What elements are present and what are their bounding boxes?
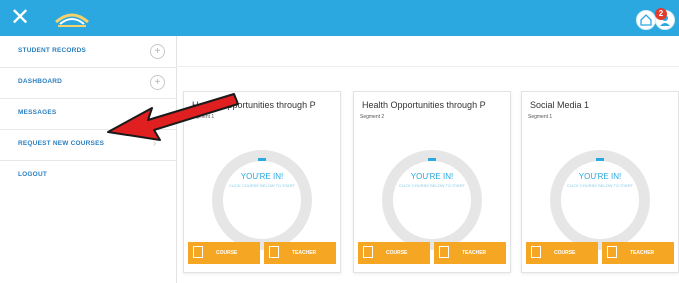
start-hint: CLICK COURSE BELOW TO START xyxy=(229,183,295,188)
enrollment-status: YOU'RE IN! xyxy=(410,172,454,181)
book-icon xyxy=(193,246,203,258)
phone-icon xyxy=(607,246,617,258)
sidebar-item-label: STUDENT RECORDS xyxy=(18,47,87,54)
progress-ring xyxy=(382,150,482,250)
course-button[interactable]: COURSE xyxy=(526,242,598,264)
course-button-label: COURSE xyxy=(216,250,238,256)
course-button[interactable]: COURSE xyxy=(188,242,260,264)
top-bar: ✕ 2 xyxy=(0,0,679,36)
close-icon[interactable]: ✕ xyxy=(8,6,32,30)
teacher-button[interactable]: TEACHER xyxy=(434,242,506,264)
notification-badge: 2 xyxy=(655,8,667,20)
teacher-button[interactable]: TEACHER xyxy=(264,242,336,264)
segment-label: Segment 1 xyxy=(528,114,553,120)
phone-icon xyxy=(439,246,449,258)
enrollment-status: YOU'RE IN! xyxy=(578,172,622,181)
teacher-button-label: TEACHER xyxy=(292,250,317,256)
progress-dash xyxy=(428,158,436,161)
sidebar-item-student-records[interactable]: STUDENT RECORDS + xyxy=(0,36,176,68)
segment-label: Segment 2 xyxy=(360,114,385,120)
progress-dash xyxy=(596,158,604,161)
progress-dash xyxy=(258,158,266,161)
course-button[interactable]: COURSE xyxy=(358,242,430,264)
course-button-label: COURSE xyxy=(386,250,408,256)
book-icon xyxy=(531,246,541,258)
start-hint: CLICK COURSE BELOW TO START xyxy=(399,183,465,188)
course-button-label: COURSE xyxy=(554,250,576,256)
progress-ring xyxy=(550,150,650,250)
phone-icon xyxy=(269,246,279,258)
divider xyxy=(176,66,679,67)
enrollment-status: YOU'RE IN! xyxy=(240,172,284,181)
course-title: Social Media 1 xyxy=(530,100,590,110)
teacher-button-label: TEACHER xyxy=(630,250,655,256)
sidebar: STUDENT RECORDS + DASHBOARD + MESSAGES R… xyxy=(0,36,177,283)
sidebar-item-label: LOGOUT xyxy=(18,171,48,178)
annotation-arrow-icon xyxy=(107,93,239,141)
logo xyxy=(52,6,92,30)
sidebar-item-label: MESSAGES xyxy=(18,109,57,116)
book-icon xyxy=(363,246,373,258)
progress-ring xyxy=(212,150,312,250)
course-card[interactable]: Social Media 1 Segment 1 YOU'RE IN! CLIC… xyxy=(521,91,679,273)
home-icon[interactable] xyxy=(636,10,656,30)
start-hint: CLICK COURSE BELOW TO START xyxy=(567,183,633,188)
teacher-button-label: TEACHER xyxy=(462,250,487,256)
course-card[interactable]: Health Opportunities through P Segment 2… xyxy=(353,91,511,273)
plus-circle-icon[interactable]: + xyxy=(150,44,165,59)
teacher-button[interactable]: TEACHER xyxy=(602,242,674,264)
sidebar-item-label: REQUEST NEW COURSES xyxy=(18,140,105,147)
sidebar-item-label: DASHBOARD xyxy=(18,78,63,85)
course-title: Health Opportunities through P xyxy=(362,100,486,110)
sidebar-item-logout[interactable]: LOGOUT xyxy=(0,160,176,191)
